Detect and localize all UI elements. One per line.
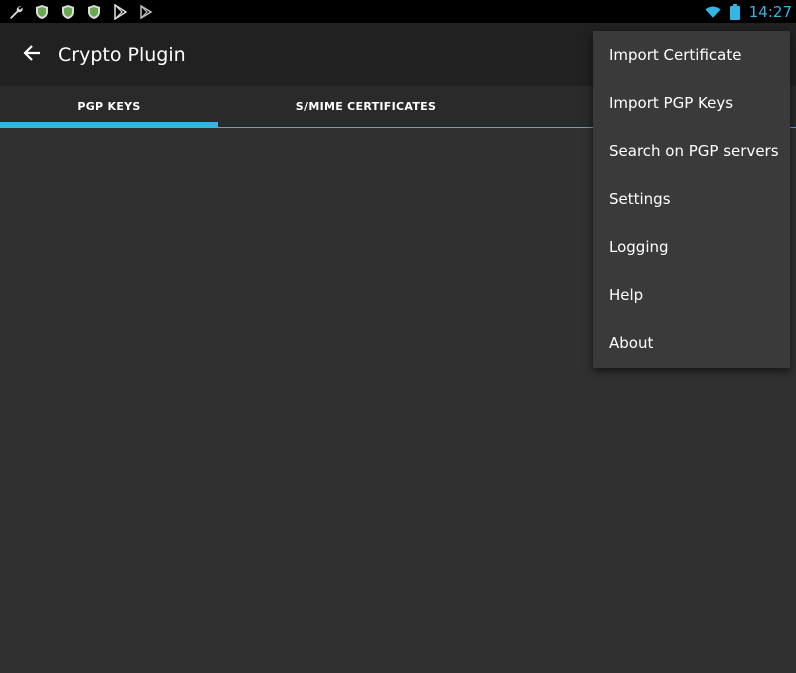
menu-item-label: About — [609, 334, 654, 352]
menu-item-label: Import PGP Keys — [609, 94, 734, 112]
wrench-icon — [8, 4, 24, 20]
tab-label: S/MIME CERTIFICATES — [295, 100, 437, 113]
wifi-icon — [705, 4, 721, 20]
menu-item-help[interactable]: Help — [593, 271, 790, 319]
arrow-left-icon — [23, 44, 41, 66]
status-bar: 14:27 — [0, 0, 796, 23]
play-store-icon — [112, 3, 128, 20]
screen: 14:27 Crypto Plugin PGP KEYS S/MIME CERT… — [0, 0, 796, 673]
back-button[interactable] — [8, 31, 56, 79]
menu-item-about[interactable]: About — [593, 319, 790, 367]
menu-item-label: Logging — [609, 238, 669, 256]
clock: 14:27 — [748, 2, 792, 21]
shield-icon — [60, 4, 76, 20]
menu-item-search-pgp-servers[interactable]: Search on PGP servers — [593, 127, 790, 175]
battery-icon — [727, 3, 743, 20]
tab-label: PGP KEYS — [77, 100, 141, 113]
menu-item-label: Help — [609, 286, 644, 304]
menu-item-import-pgp-keys[interactable]: Import PGP Keys — [593, 79, 790, 127]
notification-icons — [0, 3, 154, 20]
play-store-icon — [138, 4, 154, 20]
menu-item-settings[interactable]: Settings — [593, 175, 790, 223]
tab-smime-certificates[interactable]: S/MIME CERTIFICATES — [218, 86, 514, 127]
overflow-menu: Import Certificate Import PGP Keys Searc… — [593, 31, 790, 368]
menu-item-logging[interactable]: Logging — [593, 223, 790, 271]
page-title: Crypto Plugin — [58, 43, 186, 66]
shield-icon — [86, 4, 102, 20]
menu-item-import-certificate[interactable]: Import Certificate — [593, 31, 790, 79]
menu-item-label: Settings — [609, 190, 671, 208]
tab-selected-indicator — [0, 122, 218, 127]
tab-pgp-keys[interactable]: PGP KEYS — [0, 86, 218, 127]
menu-item-label: Search on PGP servers — [609, 142, 779, 160]
menu-item-label: Import Certificate — [609, 46, 742, 64]
system-icons: 14:27 — [705, 3, 796, 21]
shield-icon — [34, 4, 50, 20]
